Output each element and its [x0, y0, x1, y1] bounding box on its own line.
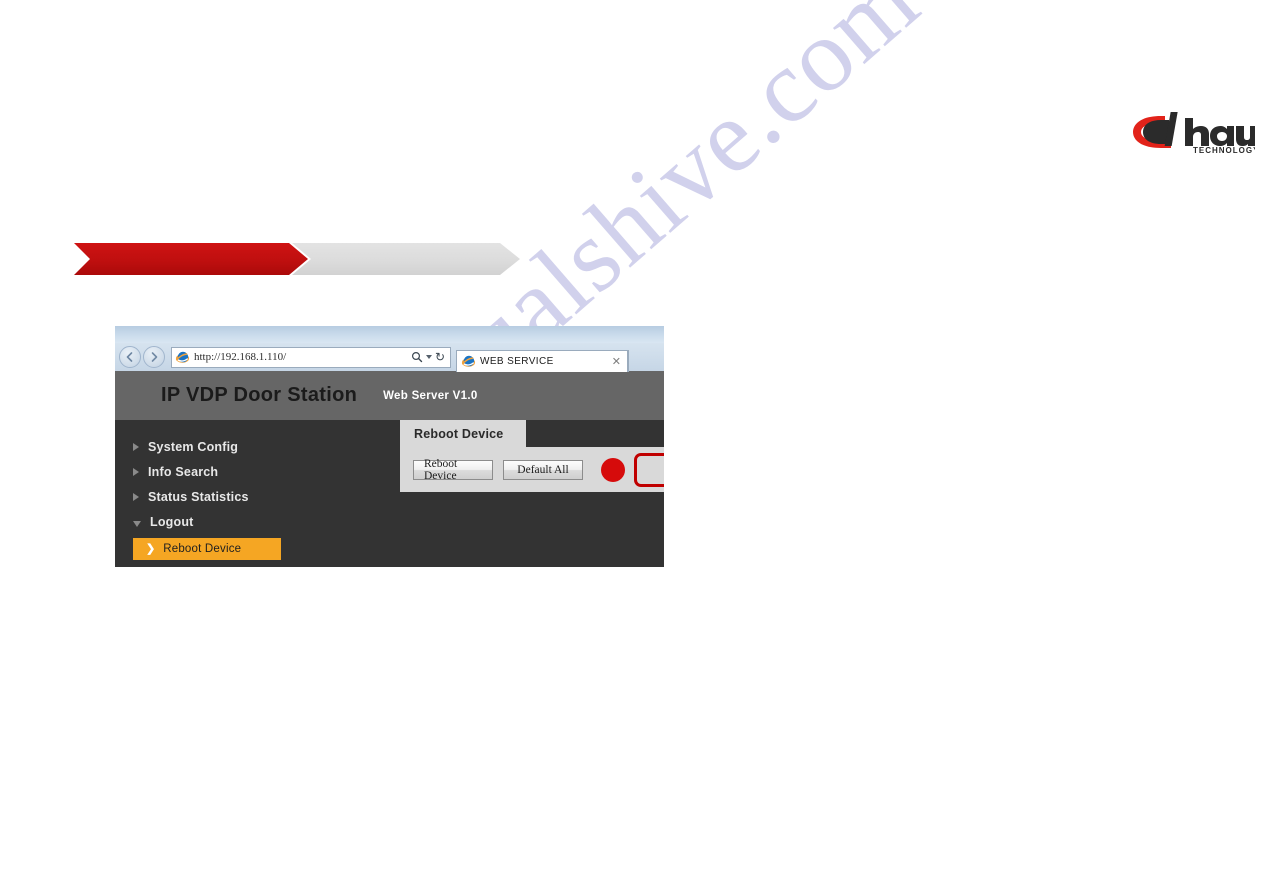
sidebar-subitem-label: Reboot Device: [163, 543, 242, 555]
reboot-device-button[interactable]: Reboot Device: [413, 458, 493, 482]
forward-arrow-glyph: [151, 352, 158, 362]
annotation-dot: [601, 457, 625, 482]
back-arrow-icon[interactable]: [119, 346, 141, 368]
browser-tab-title: WEB SERVICE: [480, 356, 554, 367]
banner-chevron-shape: [74, 243, 520, 275]
chevron-right-icon: ❯: [146, 542, 156, 555]
sidebar-item-status-statistics[interactable]: Status Statistics: [115, 484, 285, 509]
content-area: Reboot Device Reboot Device Default All: [400, 420, 664, 567]
magnifier-icon[interactable]: [411, 351, 423, 363]
sidebar-item-info-search[interactable]: Info Search: [115, 459, 285, 484]
sidebar-item-logout[interactable]: Logout: [115, 509, 285, 534]
triangle-right-icon: [133, 467, 139, 476]
address-bar-tools: ↻: [411, 351, 447, 363]
sidebar-item-reboot-device[interactable]: ❯ Reboot Device: [133, 538, 281, 560]
close-icon[interactable]: ✕: [612, 355, 623, 368]
sidebar-item-label: Status Statistics: [148, 489, 249, 504]
triangle-right-icon: [133, 492, 139, 501]
content-tabstrip: Reboot Device: [400, 420, 664, 447]
section-banner: [74, 243, 522, 275]
reboot-panel: Reboot Device Default All: [400, 447, 664, 492]
forward-arrow-icon[interactable]: [143, 346, 165, 368]
refresh-icon[interactable]: ↻: [435, 351, 445, 363]
chevron-down-icon[interactable]: [425, 355, 432, 359]
internet-explorer-icon: [175, 351, 190, 363]
sidebar-item-label: Logout: [150, 514, 194, 529]
sidebar-item-system-config[interactable]: System Config: [115, 434, 285, 459]
sidebar-item-label: System Config: [148, 439, 239, 454]
page-root: manualshive.com TECHNOLOGY http://192.16…: [0, 0, 1263, 893]
default-all-button[interactable]: Default All: [503, 459, 583, 480]
browser-tab-web-service[interactable]: WEB SERVICE ✕: [456, 350, 628, 372]
internet-explorer-icon: [461, 355, 476, 367]
sidebar-item-label: Info Search: [148, 464, 219, 479]
triangle-right-icon: [133, 442, 139, 451]
browser-toolbar: http://192.168.1.110/ ↻ WEB SERVICE ✕: [115, 343, 664, 372]
browser-window: http://192.168.1.110/ ↻ WEB SERVICE ✕ IP…: [115, 326, 664, 567]
page-title: IP VDP Door Station: [161, 384, 358, 406]
page-subtitle: Web Server V1.0: [383, 389, 478, 402]
svg-text:TECHNOLOGY: TECHNOLOGY: [1193, 146, 1255, 154]
browser-titlebar: [115, 326, 664, 343]
triangle-down-icon: [133, 520, 141, 527]
tab-strip-filler: [628, 350, 664, 372]
tab-reboot-device[interactable]: Reboot Device: [400, 420, 526, 447]
webapp-body: System Config Info Search Status Statist…: [115, 420, 664, 567]
sidebar: System Config Info Search Status Statist…: [115, 420, 285, 560]
annotation-highlight-box: [634, 452, 664, 487]
webapp-header: IP VDP Door Station Web Server V1.0: [115, 371, 664, 420]
dahua-logo: TECHNOLOGY: [1131, 110, 1255, 154]
back-arrow-glyph: [126, 352, 133, 362]
address-url: http://192.168.1.110/: [194, 351, 287, 363]
address-bar[interactable]: http://192.168.1.110/ ↻: [171, 346, 451, 368]
dahua-logo-icon: TECHNOLOGY: [1133, 112, 1255, 154]
